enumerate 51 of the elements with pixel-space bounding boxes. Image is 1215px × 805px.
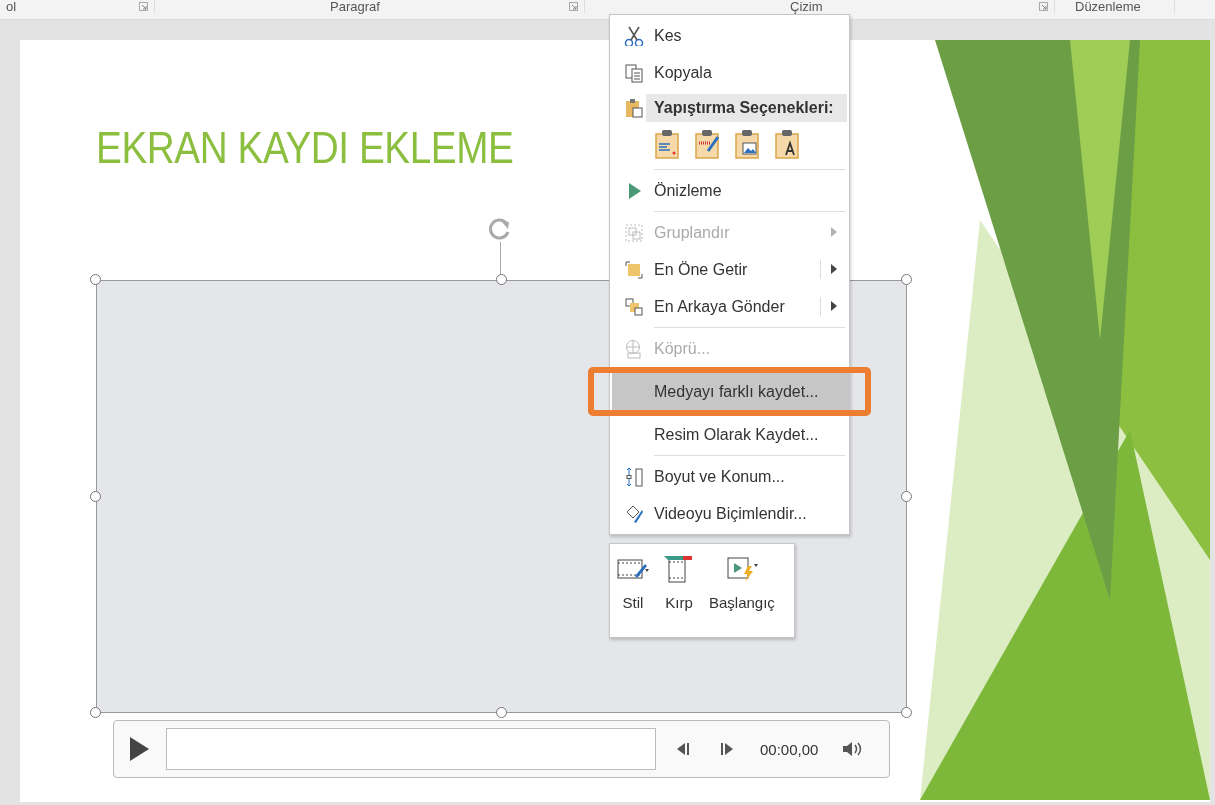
mini-toolbar-button[interactable]: Başlangıç [706, 554, 778, 627]
copy-icon [624, 62, 644, 83]
menu-item[interactable]: Boyut ve Konum... [612, 458, 847, 495]
slide-title: EKRAN KAYDI EKLEME [96, 122, 514, 174]
timeline-track[interactable] [166, 728, 656, 770]
menu-item[interactable]: En Öne Getir [612, 251, 847, 288]
menu-item[interactable]: Kopyala [612, 54, 847, 91]
ribbon-group-label: Paragraf [330, 0, 380, 13]
menu-item[interactable]: Önizleme [612, 172, 847, 209]
dialog-launcher-icon[interactable] [569, 2, 578, 11]
text-paste-icon[interactable] [774, 129, 800, 159]
resize-handle[interactable] [90, 707, 101, 718]
resize-handle[interactable] [90, 490, 101, 502]
menu-section-header: Yapıştırma Seçenekleri: [646, 94, 847, 122]
play-icon[interactable] [128, 736, 150, 762]
picture-paste-icon[interactable] [734, 129, 760, 159]
ribbon-group-label: Düzenleme [1075, 0, 1141, 13]
clipboard-icon [624, 98, 644, 118]
keep-formatting-paste-icon[interactable] [654, 129, 680, 159]
brush-paste-icon[interactable] [694, 129, 720, 159]
submenu-arrow-icon [831, 264, 837, 274]
format-brush-icon [624, 503, 644, 524]
resize-handle[interactable] [495, 707, 507, 718]
dialog-launcher-icon[interactable] [1039, 2, 1048, 11]
resize-handle[interactable] [901, 490, 912, 502]
ribbon-group-label: Çizim [790, 0, 823, 13]
menu-item[interactable]: Videoyu Biçimlendir... [612, 495, 847, 532]
resize-handle[interactable] [901, 707, 912, 718]
previous-frame-icon[interactable] [676, 742, 690, 756]
playback-time: 00:00,00 [760, 740, 819, 758]
submenu-arrow-icon [831, 227, 837, 237]
menu-item[interactable]: Medyayı farklı kaydet... [612, 373, 849, 410]
menu-item[interactable]: En Arkaya Gönder [612, 288, 847, 325]
send-backward-icon [624, 296, 644, 317]
film-crop-icon [663, 554, 695, 584]
next-frame-icon[interactable] [720, 742, 734, 756]
resize-icon [624, 466, 644, 487]
resize-handle[interactable] [495, 274, 507, 285]
scissors-icon [624, 25, 644, 46]
submenu-arrow-icon [831, 301, 837, 311]
resize-handle[interactable] [90, 274, 101, 285]
menu-item[interactable]: Resim Olarak Kaydet... [612, 416, 847, 453]
group-icon [624, 222, 644, 243]
resize-handle[interactable] [901, 274, 912, 285]
bring-forward-icon [624, 259, 644, 280]
mini-toolbar-button[interactable]: Kırp [660, 554, 698, 627]
menu-item[interactable]: Kes [612, 17, 847, 54]
ribbon-group-label: ol [6, 0, 17, 13]
mini-toolbar-button[interactable]: Stil [614, 554, 652, 627]
globe-icon [624, 338, 644, 359]
dialog-launcher-icon[interactable] [139, 2, 148, 11]
